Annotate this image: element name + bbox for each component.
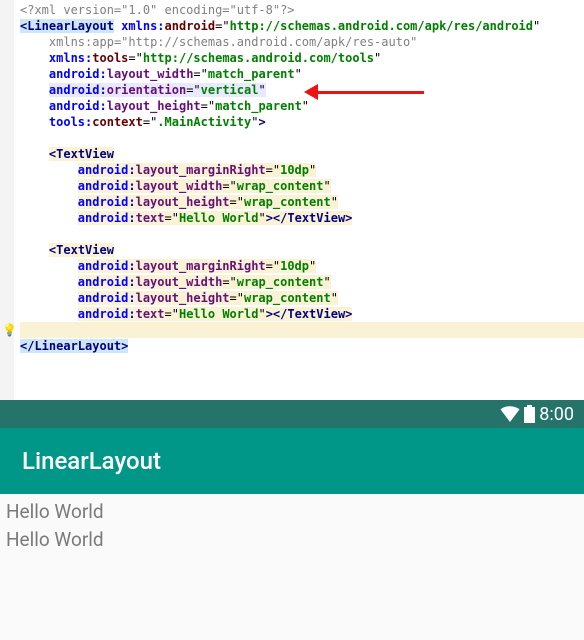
textview-output: Hello World (6, 498, 578, 526)
app-screen: Hello World Hello World (0, 494, 584, 558)
code-line[interactable]: android:layout_height="wrap_content" (20, 194, 584, 210)
app-title: LinearLayout (22, 447, 161, 475)
code-line[interactable]: android:layout_marginRight="10dp" (20, 258, 584, 274)
editor-gutter: − − − (0, 0, 14, 400)
code-line[interactable]: android:layout_width="wrap_content" (20, 178, 584, 194)
code-line[interactable]: android:layout_height="wrap_content" (20, 290, 584, 306)
code-editor[interactable]: − − − <?xml version="1.0" encoding="utf-… (0, 0, 584, 400)
battery-icon (524, 405, 535, 423)
code-line[interactable]: tools:context=".MainActivity"> (20, 114, 584, 130)
textview-output: Hello World (6, 526, 578, 554)
code-line[interactable]: <TextView (20, 146, 584, 162)
status-time: 8:00 (539, 404, 574, 425)
code-line[interactable]: android:layout_height="match_parent" (20, 98, 584, 114)
xml-declaration: <?xml version="1.0" encoding="utf-8"?> (20, 3, 295, 17)
wifi-icon (500, 406, 520, 422)
code-line[interactable]: xmlns:tools="http://schemas.android.com/… (20, 50, 584, 66)
code-line[interactable]: <LinearLayout xmlns:android="http://sche… (20, 18, 584, 34)
code-line[interactable]: android:layout_marginRight="10dp" (20, 162, 584, 178)
code-line[interactable]: android:layout_width="match_parent" (20, 66, 584, 82)
code-line[interactable]: android:orientation="vertical" (20, 82, 584, 98)
app-bar: LinearLayout (0, 428, 584, 494)
code-line[interactable]: xmlns:app="http://schemas.android.com/ap… (20, 34, 584, 50)
code-line[interactable]: android:layout_width="wrap_content" (20, 274, 584, 290)
code-line[interactable]: <TextView (20, 242, 584, 258)
code-line[interactable]: </LinearLayout> (20, 338, 584, 354)
device-preview: 8:00 LinearLayout Hello World Hello Worl… (0, 400, 584, 640)
code-line[interactable]: android:text="Hello World"></TextView> (20, 306, 584, 322)
status-bar: 8:00 (0, 400, 584, 428)
annotation-arrow (304, 84, 424, 100)
lightbulb-icon[interactable]: 💡 (2, 322, 14, 338)
code-line[interactable]: android:text="Hello World"></TextView> (20, 210, 584, 226)
